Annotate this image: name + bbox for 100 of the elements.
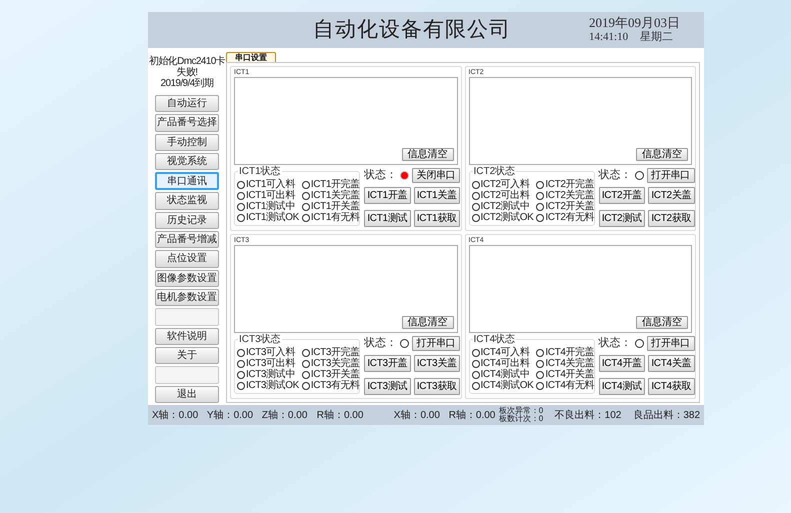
indicator-label: ICT4有无料 xyxy=(545,380,594,391)
group-title: ICT1状态 xyxy=(238,166,282,177)
indicator-label: ICT2测试中 xyxy=(480,201,530,212)
indicator-label: ICT2测试OK xyxy=(480,212,534,223)
date-text: 2019年09月03日 xyxy=(589,15,680,31)
indicator-label: ICT4测试OK xyxy=(480,380,534,391)
tab[interactable]: 串口设置 xyxy=(226,52,276,62)
indicator-label: ICT4可入料 xyxy=(480,347,530,358)
good-count: 良品出料：382 xyxy=(633,408,700,422)
ict-action-button[interactable]: ICT1关盖 xyxy=(414,186,460,204)
indicator-label: ICT1测试OK xyxy=(246,212,299,223)
nav-button[interactable]: 软件说明 xyxy=(155,328,219,345)
axis-reading: X轴：0.00 xyxy=(394,408,441,422)
indicator-label: ICT1测试中 xyxy=(246,201,295,212)
indicator-label: ICT1开完盖 xyxy=(310,179,360,190)
ict-action-button[interactable]: ICT2获取 xyxy=(648,210,694,226)
clear-button[interactable]: 信息清空 xyxy=(402,316,454,329)
nav-button[interactable]: 退出 xyxy=(155,386,219,403)
indicator-label: ICT2关完盖 xyxy=(545,190,594,201)
status-label: 状态： xyxy=(364,168,397,183)
status-label: 状态： xyxy=(598,336,632,351)
indicator-label: ICT1可入料 xyxy=(246,179,295,190)
group-title: ICT3状态 xyxy=(238,334,282,345)
group-title: ICT2状态 xyxy=(472,166,516,177)
indicator-label: ICT1有无料 xyxy=(310,212,360,223)
ict-action-button[interactable]: ICT1开盖 xyxy=(364,186,410,204)
clear-button[interactable]: 信息清空 xyxy=(636,148,688,161)
indicator-label: ICT3有无料 xyxy=(310,380,360,391)
notice-text: 初始化Dmc2410卡 xyxy=(148,56,226,67)
log-area[interactable]: 信息清空 xyxy=(468,77,692,165)
weekday-text: 星期二 xyxy=(640,31,674,45)
axis-reading: Y轴：0.00 xyxy=(206,408,254,422)
status-label: 状态： xyxy=(364,336,397,351)
ict-action-button[interactable]: ICT2开盖 xyxy=(598,186,645,204)
indicator-label: ICT3测试中 xyxy=(246,369,295,380)
nav-button[interactable]: 视觉系统 xyxy=(155,152,219,170)
axis-reading: X轴：0.00 xyxy=(152,408,200,422)
clear-button[interactable]: 信息清空 xyxy=(402,148,454,161)
ict-action-button[interactable]: ICT1获取 xyxy=(414,210,460,226)
ict-action-button[interactable]: ICT3获取 xyxy=(414,378,460,394)
port-button[interactable]: 打开串口 xyxy=(646,168,694,183)
nav-button[interactable]: 串口通讯 xyxy=(155,172,219,190)
indicator-label: ICT4开关盖 xyxy=(545,369,594,380)
indicator-label: ICT2开完盖 xyxy=(545,179,594,190)
blank-button[interactable] xyxy=(155,308,219,326)
ict-action-button[interactable]: ICT4开盖 xyxy=(598,354,645,372)
notice-text: 2019/9/4到期 xyxy=(160,78,214,89)
status-label: 状态： xyxy=(598,168,632,183)
indicator-label: ICT4测试中 xyxy=(480,369,530,380)
blank-button[interactable] xyxy=(155,366,219,384)
log-area[interactable]: 信息清空 xyxy=(234,77,458,165)
ict-action-button[interactable]: ICT3关盖 xyxy=(414,354,460,372)
clear-button[interactable]: 信息清空 xyxy=(636,316,688,329)
ict-action-button[interactable]: ICT4关盖 xyxy=(648,354,694,372)
indicator-label: ICT3开完盖 xyxy=(310,347,360,358)
indicator-label: ICT2有无料 xyxy=(545,212,594,223)
log-area[interactable]: 信息清空 xyxy=(234,245,458,333)
ict-action-button[interactable]: ICT3测试 xyxy=(364,378,410,394)
nav-button[interactable]: 历史记录 xyxy=(155,212,219,229)
port-button[interactable]: 关闭串口 xyxy=(412,168,460,183)
nav-button[interactable]: 状态监视 xyxy=(155,192,219,210)
indicator-label: ICT1可出料 xyxy=(246,190,295,201)
nav-button[interactable]: 产品番号选择 xyxy=(155,114,219,132)
ict-action-button[interactable]: ICT4获取 xyxy=(648,378,694,394)
indicator-label: ICT3测试OK xyxy=(246,380,299,391)
ict-action-button[interactable]: ICT4测试 xyxy=(598,378,645,394)
indicator-label: ICT2可入料 xyxy=(480,179,530,190)
indicator-label: ICT3关完盖 xyxy=(310,358,360,369)
nav-button[interactable]: 关于 xyxy=(155,346,219,364)
counter-text: 板次异常：0 xyxy=(498,407,544,415)
indicator-label: ICT1开关盖 xyxy=(310,201,360,212)
nav-button[interactable]: 点位设置 xyxy=(155,250,219,268)
group-title: ICT4状态 xyxy=(472,334,516,345)
port-button[interactable]: 打开串口 xyxy=(646,336,694,351)
nav-button[interactable]: 手动控制 xyxy=(155,134,219,151)
nav-button[interactable]: 产品番号增减 xyxy=(155,230,219,248)
nav-button[interactable]: 电机参数设置 xyxy=(155,288,219,306)
counter-text: 板数计次：0 xyxy=(498,415,544,423)
indicator-label: ICT3开关盖 xyxy=(310,369,360,380)
indicator-label: ICT2开关盖 xyxy=(545,201,594,212)
indicator-label: ICT4关完盖 xyxy=(545,358,594,369)
ict-action-button[interactable]: ICT2关盖 xyxy=(648,186,694,204)
indicator-label: ICT3可入料 xyxy=(246,347,295,358)
port-button[interactable]: 打开串口 xyxy=(412,336,460,351)
axis-reading: R轴：0.00 xyxy=(316,408,364,422)
reject-count: 不良出料：102 xyxy=(554,408,622,422)
nav-button[interactable]: 图像参数设置 xyxy=(155,270,219,287)
indicator-label: ICT1关完盖 xyxy=(310,190,360,201)
ict-action-button[interactable]: ICT2测试 xyxy=(598,210,645,226)
time-text: 14:41:10 xyxy=(589,31,628,45)
indicator-label: ICT2可出料 xyxy=(480,190,530,201)
log-area[interactable]: 信息清空 xyxy=(468,245,692,333)
indicator-label: ICT4开完盖 xyxy=(545,347,594,358)
indicator-label: ICT4可出料 xyxy=(480,358,530,369)
axis-reading: Z轴：0.00 xyxy=(262,408,308,422)
ict-action-button[interactable]: ICT3开盖 xyxy=(364,354,410,372)
nav-button[interactable]: 自动运行 xyxy=(155,95,219,112)
company-title: 自动化设备有限公司 xyxy=(313,17,511,44)
axis-reading: R轴：0.00 xyxy=(448,408,496,422)
ict-action-button[interactable]: ICT1测试 xyxy=(364,210,410,226)
